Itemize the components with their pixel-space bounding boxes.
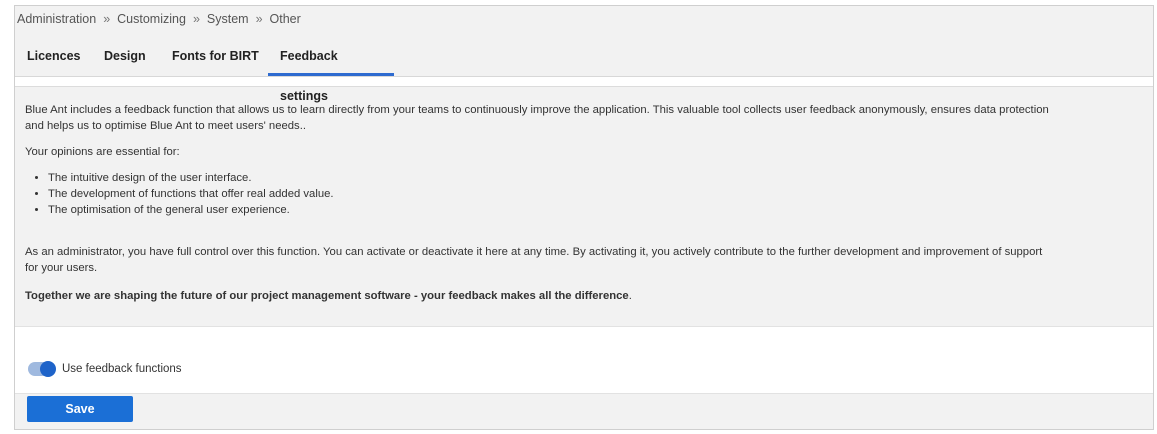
closing-period: . xyxy=(628,290,632,302)
breadcrumb-item-customizing[interactable]: Customizing xyxy=(117,12,186,26)
content-top-strip xyxy=(15,77,1153,87)
list-item: The intuitive design of the user interfa… xyxy=(48,170,1135,186)
admin-text-line-2: for your users. xyxy=(25,262,98,274)
breadcrumb-item-other: Other xyxy=(269,12,301,26)
breadcrumb-separator: » xyxy=(255,12,263,26)
breadcrumb-item-system[interactable]: System xyxy=(207,12,249,26)
tab-fonts-for-birt[interactable]: Fonts for BIRT xyxy=(160,36,271,76)
breadcrumb: Administration » Customizing » System » Other xyxy=(15,6,301,35)
intro-text-line-1: Blue Ant includes a feedback function th… xyxy=(25,104,1049,116)
feedback-description: Blue Ant includes a feedback function th… xyxy=(25,102,1135,304)
breadcrumb-item-administration[interactable]: Administration xyxy=(17,12,96,26)
list-item: The optimisation of the general user exp… xyxy=(48,202,1135,218)
toggle-knob xyxy=(40,361,56,377)
feedback-toggle[interactable] xyxy=(28,361,56,377)
feedback-settings-section: Use feedback functions xyxy=(15,326,1153,394)
settings-panel: Administration» Customizing» System» Other … xyxy=(14,5,1154,430)
list-item: The development of functions that offer … xyxy=(48,186,1135,202)
tab-licences[interactable]: Licences xyxy=(15,36,93,76)
breadcrumb-separator: » xyxy=(103,12,111,26)
opinions-list: The intuitive design of the user interfa… xyxy=(25,170,1135,218)
feedback-toggle-label[interactable]: Use feedback functions xyxy=(62,362,182,376)
breadcrumb-separator: » xyxy=(192,12,200,26)
admin-text-line-1: As an administrator, you have full contr… xyxy=(25,246,1043,258)
opinions-heading: Your opinions are essential for: xyxy=(25,146,180,158)
closing-statement: Together we are shaping the future of ou… xyxy=(25,290,629,302)
tab-bar: Licences Design Fonts for BIRT Feedback … xyxy=(15,36,1153,103)
save-button[interactable]: Save xyxy=(27,396,133,422)
intro-text-line-2: and helps us to optimise Blue Ant to mee… xyxy=(25,120,306,132)
tab-feedback-settings[interactable]: Feedback settings xyxy=(268,36,394,103)
tab-design[interactable]: Design xyxy=(92,36,158,76)
